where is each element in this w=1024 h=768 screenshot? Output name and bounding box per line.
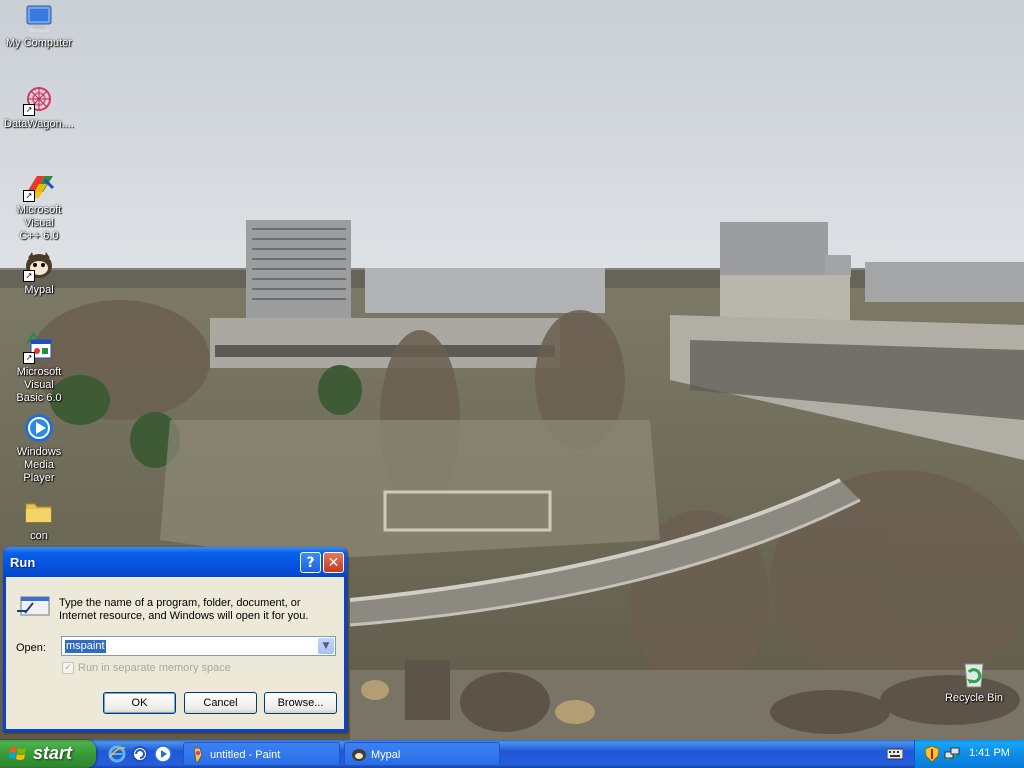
open-label: Open: [16,642,46,654]
security-shield-icon[interactable] [925,746,939,762]
task-label: untitled - Paint [210,749,281,761]
media-player-icon [23,412,55,444]
shortcut-arrow-icon: ↗ [23,104,35,116]
desktop-icon-label: DataWagon.... [4,118,74,130]
run-description: Type the name of a program, folder, docu… [59,597,309,622]
paint-icon [193,747,203,763]
visual-cpp-icon: ↗ [23,170,55,202]
open-combobox[interactable]: mspaint ▼ [61,636,336,656]
desktop-icon-label: My Computer [5,37,73,49]
cancel-button[interactable]: Cancel [184,692,257,714]
network-icon[interactable] [944,746,960,762]
run-dialog[interactable]: Run ? ✕ Type the name of a program, fold… [3,547,347,732]
desktop-icon-label: Recycle Bin [944,692,1004,704]
my-computer-icon [23,3,55,35]
browse-button[interactable]: Browse... [264,692,337,714]
desktop-icon-mypal[interactable]: ↗ Mypal [1,250,77,297]
ok-button[interactable]: OK [103,692,176,714]
media-player-quick-launch-icon[interactable] [154,745,172,763]
visual-basic-icon: ↗ [23,332,55,364]
taskbar: start untitled - Paint Mypal 1:41 PM [0,740,1024,768]
desktop-icon-visual-basic[interactable]: ↗ Microsoft Visual Basic 6.0 [1,332,77,405]
chevron-down-icon: ▼ [322,641,330,651]
clock[interactable]: 1:41 PM [969,747,1010,759]
run-dialog-title: Run [10,555,36,570]
desktop-icon-datawagon[interactable]: ↗ DataWagon.... [1,84,77,131]
separate-memory-label: Run in separate memory space [78,662,231,674]
shortcut-arrow-icon: ↗ [23,352,35,364]
system-tray: 1:41 PM [887,740,1024,768]
desktop-icon-label: con [30,530,48,542]
show-desktop-icon[interactable] [131,745,149,763]
desktop-icon-media-player[interactable]: Windows Media Player [1,412,77,485]
close-icon: ✕ [327,555,340,571]
run-dialog-body: Type the name of a program, folder, docu… [6,577,344,729]
desktop-icon-my-computer[interactable]: My Computer [1,3,77,50]
task-paint[interactable]: untitled - Paint [183,742,340,766]
open-input-value[interactable]: mspaint [65,640,106,653]
help-button[interactable]: ? [300,552,321,573]
run-dialog-titlebar[interactable]: Run ? ✕ [3,547,347,577]
mypal-icon: ↗ [23,250,55,282]
internet-explorer-icon[interactable] [108,745,126,763]
shortcut-arrow-icon: ↗ [23,190,35,202]
desktop-icon-visual-cpp[interactable]: ↗ Microsoft Visual C++ 6.0 [1,170,77,243]
separate-memory-checkbox[interactable]: ✓ [62,662,74,674]
folder-icon [23,496,55,528]
mypal-icon [352,749,366,761]
desktop-icon-label: Microsoft Visual C++ 6.0 [16,204,62,242]
desktop-icon-label: Mypal [24,284,54,296]
help-icon: ? [306,555,315,571]
task-mypal[interactable]: Mypal [344,742,500,766]
start-button[interactable]: start [0,740,96,768]
close-button[interactable]: ✕ [323,552,344,573]
start-label: start [33,743,73,763]
datawagon-icon: ↗ [23,84,55,116]
desktop-icon-label: Microsoft Visual Basic 6.0 [16,366,62,404]
task-label: Mypal [371,749,401,761]
desktop-icon-con-folder[interactable]: con [1,496,77,543]
shortcut-arrow-icon: ↗ [23,270,35,282]
recycle-bin-icon [958,658,990,690]
desktop-icon-recycle-bin[interactable]: Recycle Bin [936,658,1012,705]
run-icon [17,593,51,619]
keyboard-icon[interactable] [887,748,903,760]
desktop-icon-label: Windows Media Player [16,446,62,484]
windows-logo-icon [9,747,26,760]
dropdown-button[interactable]: ▼ [318,638,334,654]
